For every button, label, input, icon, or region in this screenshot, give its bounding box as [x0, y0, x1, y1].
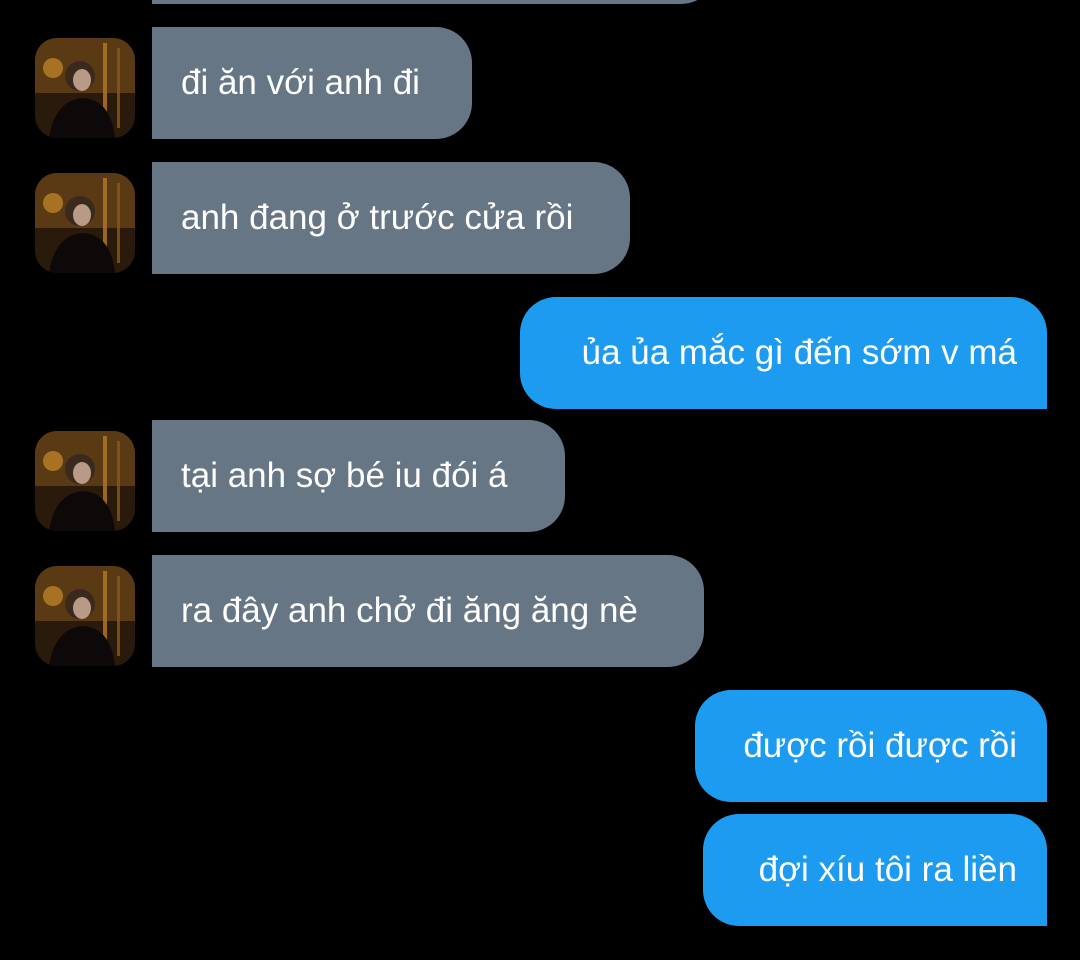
avatar[interactable]	[35, 431, 135, 531]
profile-photo-avatar-icon	[35, 173, 135, 273]
previous-message-bubble[interactable]	[152, 0, 717, 4]
message-text: anh đang ở trước cửa rồi	[181, 198, 574, 237]
profile-photo-avatar-icon	[35, 566, 135, 666]
avatar[interactable]	[35, 173, 135, 273]
avatar[interactable]	[35, 38, 135, 138]
message-text: ủa ủa mắc gì đến sớm v má	[581, 333, 1017, 372]
message-text: được rồi được rồi	[743, 726, 1017, 765]
chat-thread: đi ăn với anh đi anh đang ở trước cửa rồ…	[0, 0, 1080, 960]
avatar[interactable]	[35, 566, 135, 666]
message-bubble[interactable]: ủa ủa mắc gì đến sớm v má	[520, 297, 1047, 409]
message-bubble[interactable]: anh đang ở trước cửa rồi	[152, 162, 630, 274]
profile-photo-avatar-icon	[35, 431, 135, 531]
message-bubble[interactable]: đi ăn với anh đi	[152, 27, 472, 139]
message-text: đi ăn với anh đi	[181, 63, 420, 102]
message-bubble[interactable]: được rồi được rồi	[695, 690, 1047, 802]
message-text: ra đây anh chở đi ăng ăng nè	[181, 591, 638, 630]
message-text: đợi xíu tôi ra liền	[758, 850, 1017, 889]
profile-photo-avatar-icon	[35, 38, 135, 138]
message-text: tại anh sợ bé iu đói á	[181, 456, 508, 495]
message-bubble[interactable]: tại anh sợ bé iu đói á	[152, 420, 565, 532]
message-bubble[interactable]: đợi xíu tôi ra liền	[703, 814, 1047, 926]
message-bubble[interactable]: ra đây anh chở đi ăng ăng nè	[152, 555, 704, 667]
